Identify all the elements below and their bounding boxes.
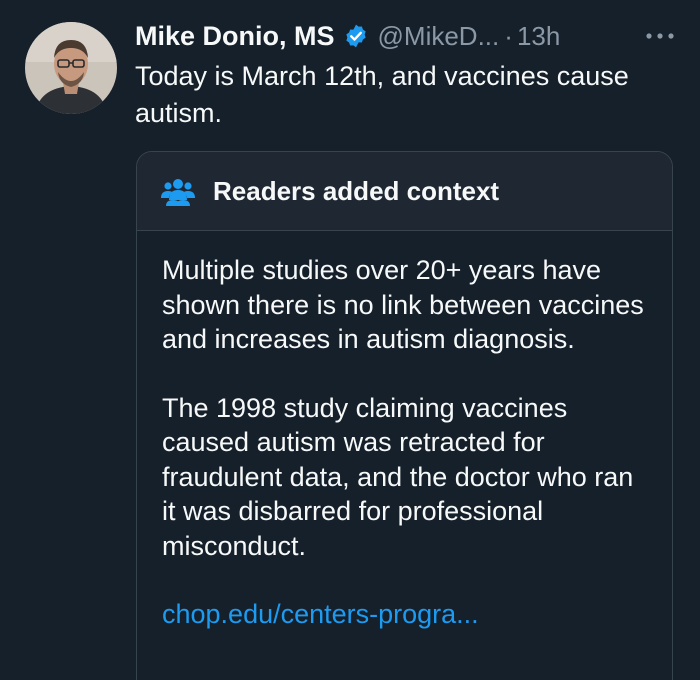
community-note-body: Multiple studies over 20+ years have sho… [137, 231, 672, 632]
source-link[interactable]: chop.edu/centers-progra... [162, 597, 479, 632]
timestamp[interactable]: 13h [517, 21, 560, 52]
community-note-header[interactable]: Readers added context [137, 152, 672, 231]
verified-badge-icon [343, 23, 369, 49]
avatar-photo [25, 22, 117, 114]
note-paragraph: The 1998 study claiming vaccines caused … [162, 392, 634, 561]
avatar[interactable] [25, 22, 117, 114]
tweet[interactable]: Mike Donio, MS @MikeD... · 13h Today is … [0, 0, 700, 680]
note-paragraph: Multiple studies over 20+ years have sho… [162, 255, 644, 354]
community-note: Readers added context Multiple studies o… [136, 151, 673, 680]
display-name[interactable]: Mike Donio, MS [135, 21, 335, 52]
community-note-title: Readers added context [213, 175, 500, 206]
author-handle[interactable]: @MikeD... [378, 21, 500, 52]
tweet-header: Mike Donio, MS @MikeD... · 13h [135, 18, 680, 54]
people-group-icon [161, 176, 195, 206]
separator-dot: · [504, 20, 513, 51]
tweet-text: Today is March 12th, and vaccines cause … [135, 61, 629, 128]
more-options-icon[interactable] [640, 22, 680, 50]
